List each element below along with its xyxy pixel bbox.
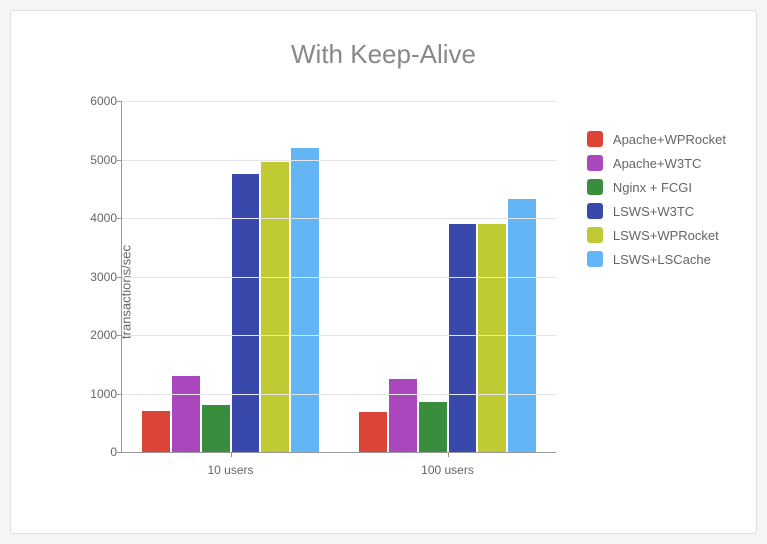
bar xyxy=(202,405,230,452)
y-tick-label: 2000 xyxy=(77,328,117,342)
legend-label: Apache+WPRocket xyxy=(613,132,726,147)
legend-swatch xyxy=(587,155,603,171)
y-tick-label: 4000 xyxy=(77,211,117,225)
chart-title: With Keep-Alive xyxy=(11,39,756,70)
legend-label: LSWS+WPRocket xyxy=(613,228,719,243)
legend-item: Nginx + FCGI xyxy=(587,179,726,195)
legend-label: LSWS+LSCache xyxy=(613,252,711,267)
grid-line xyxy=(122,218,556,219)
legend-swatch xyxy=(587,203,603,219)
bar xyxy=(142,411,170,452)
x-tick-mark xyxy=(448,452,449,457)
legend-label: Nginx + FCGI xyxy=(613,180,692,195)
legend: Apache+WPRocket Apache+W3TC Nginx + FCGI LS… xyxy=(587,131,726,275)
legend-item: Apache+W3TC xyxy=(587,155,726,171)
bar xyxy=(172,376,200,452)
bar xyxy=(508,199,536,452)
chart-card: With Keep-Alive transactions/sec 10 user… xyxy=(10,10,757,534)
legend-item: LSWS+WPRocket xyxy=(587,227,726,243)
legend-label: Apache+W3TC xyxy=(613,156,702,171)
y-tick-label: 3000 xyxy=(77,270,117,284)
legend-label: LSWS+W3TC xyxy=(613,204,694,219)
bar xyxy=(419,402,447,452)
y-tick-label: 5000 xyxy=(77,153,117,167)
legend-swatch xyxy=(587,227,603,243)
legend-item: LSWS+LSCache xyxy=(587,251,726,267)
y-tick-mark xyxy=(117,452,122,453)
y-tick-label: 6000 xyxy=(77,94,117,108)
grid-line xyxy=(122,101,556,102)
bar xyxy=(261,162,289,452)
legend-swatch xyxy=(587,179,603,195)
x-tick-label: 100 users xyxy=(339,463,556,477)
chart-area: transactions/sec 10 users100 users 01000… xyxy=(61,101,556,483)
legend-item: LSWS+W3TC xyxy=(587,203,726,219)
grid-line xyxy=(122,160,556,161)
x-tick-label: 10 users xyxy=(122,463,339,477)
y-tick-mark xyxy=(117,335,122,336)
y-tick-mark xyxy=(117,394,122,395)
legend-swatch xyxy=(587,131,603,147)
bar xyxy=(291,148,319,452)
legend-swatch xyxy=(587,251,603,267)
bar xyxy=(389,379,417,452)
bar xyxy=(449,224,477,452)
y-tick-mark xyxy=(117,160,122,161)
y-tick-label: 1000 xyxy=(77,387,117,401)
grid-line xyxy=(122,394,556,395)
bar xyxy=(478,224,506,452)
grid-line xyxy=(122,335,556,336)
bar xyxy=(359,412,387,452)
y-tick-mark xyxy=(117,277,122,278)
grid-line xyxy=(122,277,556,278)
plot-area: 10 users100 users 0100020003000400050006… xyxy=(121,101,556,453)
y-tick-mark xyxy=(117,101,122,102)
legend-item: Apache+WPRocket xyxy=(587,131,726,147)
y-tick-label: 0 xyxy=(77,445,117,459)
bar xyxy=(232,174,260,452)
y-tick-mark xyxy=(117,218,122,219)
x-tick-mark xyxy=(231,452,232,457)
